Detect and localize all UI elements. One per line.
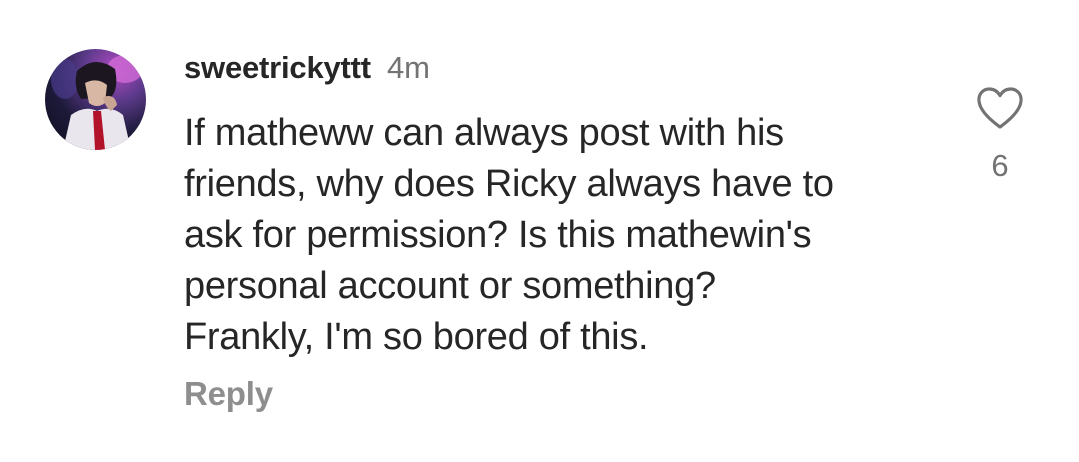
like-count: 6 — [991, 148, 1009, 183]
comment-header: sweetrickyttt 4m — [184, 50, 430, 86]
comment: sweetrickyttt 4m If matheww can always p… — [0, 0, 1079, 462]
avatar-photo — [51, 55, 143, 150]
comment-line: ask for permission? Is this mathewin's — [184, 214, 812, 256]
comment-text: If matheww can always post with his frie… — [184, 108, 944, 363]
heart-outline-icon — [977, 87, 1023, 129]
reply-button[interactable]: Reply — [184, 375, 273, 413]
username[interactable]: sweetrickyttt — [184, 50, 371, 86]
comment-line: personal account or something? — [184, 265, 716, 307]
comment-line: Frankly, I'm so bored of this. — [184, 316, 649, 358]
like-button[interactable]: 6 — [974, 86, 1026, 186]
comment-line: If matheww can always post with his — [184, 112, 784, 154]
avatar[interactable] — [45, 49, 146, 150]
comment-line: friends, why does Ricky always have to — [184, 163, 834, 205]
timestamp: 4m — [386, 50, 431, 85]
